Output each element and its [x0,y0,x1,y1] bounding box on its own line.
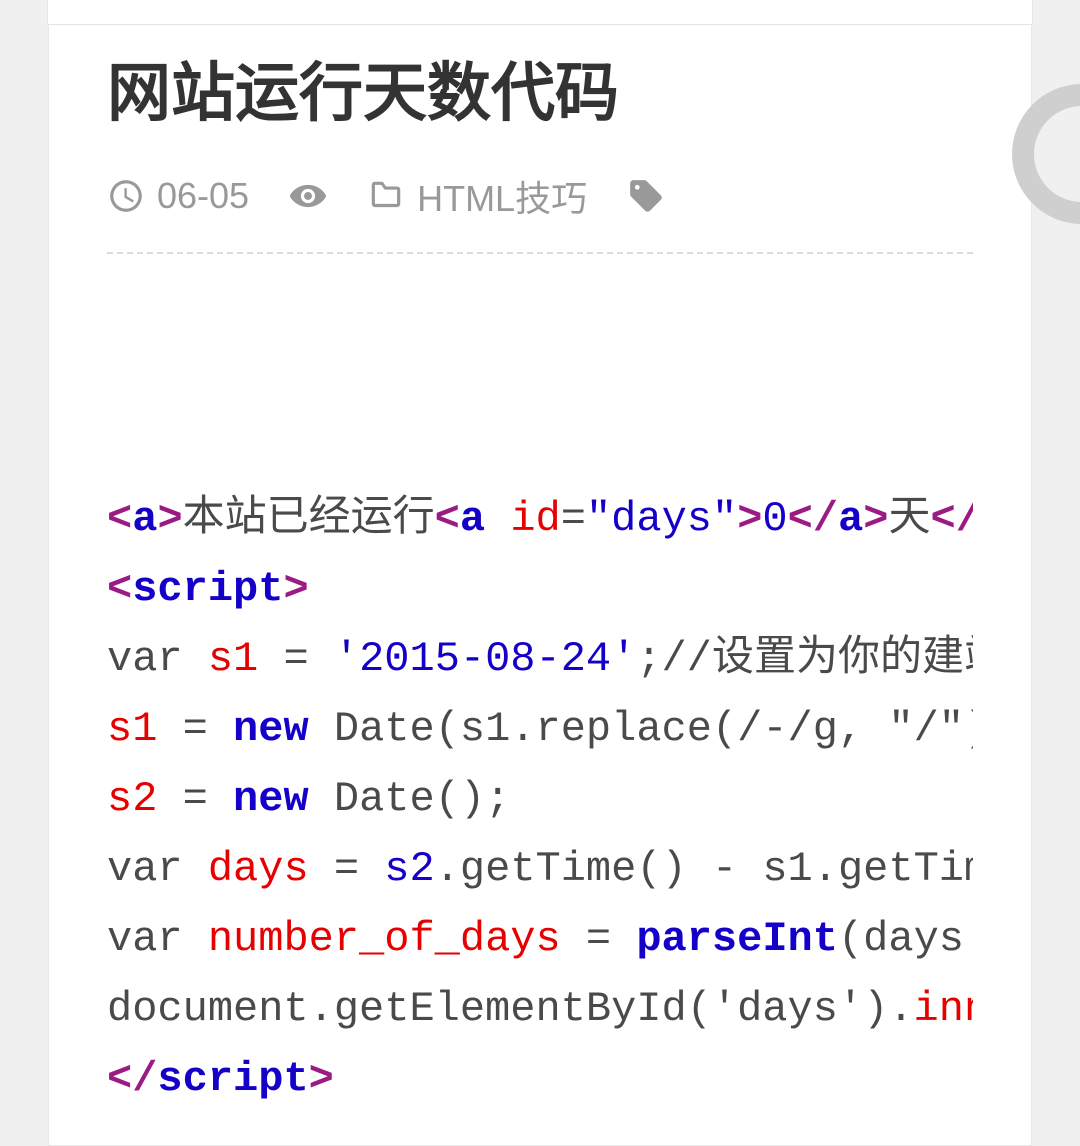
tag-icon [627,177,665,215]
card-inner: 网站运行天数代码 06-05 HTML [49,55,1031,1114]
code-line: var number_of_days = parseInt(days / (10… [107,904,973,974]
code-line: <a>本站已经运行<a id="days">0</a>天</a> [107,484,973,554]
code-line: s2 = new Date(); [107,764,973,834]
code-block: <a>本站已经运行<a id="days">0</a>天</a> <script… [107,484,973,1114]
meta-row: 06-05 HTML技巧 [107,170,973,254]
clock-icon [107,177,145,215]
meta-tags[interactable] [627,177,665,215]
code-line: var s1 = '2015-08-24';//设置为你的建站时间 [107,624,973,694]
top-strip [47,0,1033,24]
article-card: 网站运行天数代码 06-05 HTML [48,24,1032,1146]
content-spacer [107,254,973,484]
code-line: var days = s2.getTime() - s1.getTime(); [107,834,973,904]
code-line: <script> [107,554,973,624]
meta-views [289,177,327,215]
meta-category[interactable]: HTML技巧 [367,170,587,222]
code-line: </script> [107,1044,973,1114]
meta-date: 06-05 [107,175,249,217]
folder-icon [367,177,405,215]
meta-date-text: 06-05 [157,175,249,217]
article-title: 网站运行天数代码 [107,55,973,132]
code-line: s1 = new Date(s1.replace(/-/g, "/")); [107,694,973,764]
code-line: document.getElementById('days').innerHTM [107,974,973,1044]
meta-category-text: HTML技巧 [417,170,587,222]
page-wrap: 网站运行天数代码 06-05 HTML [0,0,1080,1146]
eye-icon [289,177,327,215]
